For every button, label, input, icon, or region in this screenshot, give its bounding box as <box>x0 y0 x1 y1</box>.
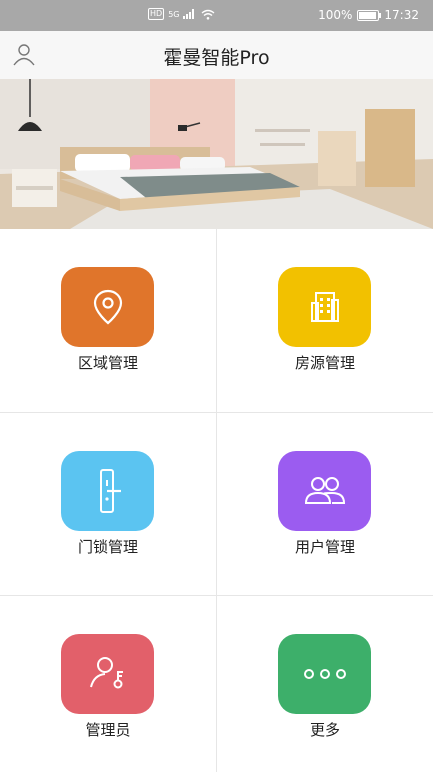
admin-tile[interactable] <box>61 634 154 714</box>
menu-label: 管理员 <box>85 721 131 739</box>
menu-item-user-management[interactable]: 用户管理 <box>217 413 433 596</box>
menu-item-area-management[interactable]: 区域管理 <box>0 229 216 412</box>
menu-item-property-management[interactable]: 房源管理 <box>217 229 433 412</box>
users-icon <box>304 477 345 504</box>
page-title: 霍曼智能Pro <box>163 47 270 69</box>
more-tile[interactable] <box>278 634 371 714</box>
menu-label: 更多 <box>309 721 340 739</box>
admin-key-icon <box>89 657 123 689</box>
property-tile[interactable] <box>278 267 371 347</box>
area-tile[interactable] <box>61 267 154 347</box>
building-icon <box>310 292 339 322</box>
signal-icon <box>183 9 195 19</box>
network-label: 5G <box>168 9 180 19</box>
banner-image <box>0 79 433 229</box>
more-dots-icon <box>303 669 346 679</box>
menu-label: 门锁管理 <box>77 538 138 556</box>
status-bar: HD 5G 100% 17:32 <box>0 0 433 31</box>
menu-label: 房源管理 <box>294 354 355 372</box>
menu-label: 用户管理 <box>294 538 355 556</box>
battery-percent: 100% <box>318 8 353 22</box>
battery-icon <box>357 9 382 21</box>
wifi-icon <box>202 9 215 20</box>
lock-tile[interactable] <box>61 451 154 531</box>
clock: 17:32 <box>384 8 419 22</box>
status-right: 100% 17:32 <box>318 8 419 22</box>
app-header: 霍曼智能Pro <box>0 31 433 79</box>
menu-label: 区域管理 <box>77 354 138 372</box>
user-tile[interactable] <box>278 451 371 531</box>
bedroom-photo <box>0 79 433 229</box>
location-pin-icon <box>93 289 122 325</box>
menu-grid: 区域管理 房源管理 门锁管理 用户管理 管理员 更多 <box>0 229 433 772</box>
menu-item-administrator[interactable]: 管理员 <box>0 596 216 779</box>
menu-item-more[interactable]: 更多 <box>217 596 433 779</box>
door-lock-icon <box>99 469 121 513</box>
menu-item-lock-management[interactable]: 门锁管理 <box>0 413 216 596</box>
status-icons: HD 5G <box>148 8 215 20</box>
hd-badge: HD <box>148 8 165 20</box>
